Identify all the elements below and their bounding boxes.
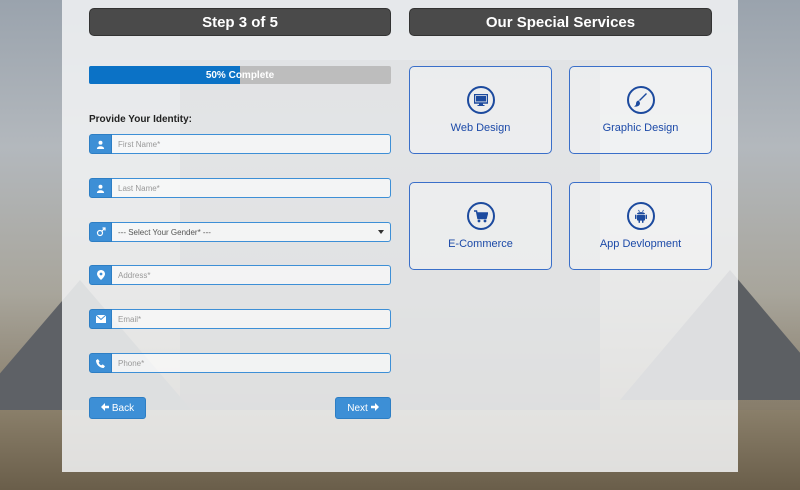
service-card-graphic-design[interactable]: Graphic Design: [569, 66, 712, 154]
gender-select[interactable]: --- Select Your Gender* ---: [112, 222, 391, 242]
user-icon: [89, 134, 112, 154]
gender-group: --- Select Your Gender* ---: [89, 222, 391, 242]
android-icon: [626, 202, 655, 230]
phone-icon: [89, 353, 112, 373]
user-icon: [89, 178, 112, 198]
monitor-icon: [466, 86, 495, 114]
service-label: App Devlopment: [599, 238, 682, 250]
email-input[interactable]: [112, 309, 391, 329]
phone-input[interactable]: [112, 353, 391, 373]
envelope-icon: [89, 309, 112, 329]
progress-label: 50% Complete: [205, 69, 275, 81]
back-button-label: Back: [111, 402, 135, 414]
last-name-group: [89, 178, 391, 198]
caret-down-icon: [378, 230, 384, 234]
first-name-group: [89, 134, 391, 154]
brush-icon: [626, 86, 655, 114]
service-label: Graphic Design: [602, 122, 679, 134]
address-input[interactable]: [112, 265, 391, 285]
email-group: [89, 309, 391, 329]
phone-group: [89, 353, 391, 373]
service-card-app-development[interactable]: App Devlopment: [569, 182, 712, 270]
back-button[interactable]: Back: [89, 397, 146, 419]
gender-icon: [89, 222, 112, 242]
next-button-label: Next: [347, 402, 368, 414]
last-name-input[interactable]: [112, 178, 391, 198]
address-group: [89, 265, 391, 285]
services-header: Our Special Services: [409, 8, 712, 36]
cart-icon: [466, 202, 495, 230]
next-button[interactable]: Next: [335, 397, 391, 419]
step-header: Step 3 of 5: [89, 8, 391, 36]
service-label: E-Commerce: [448, 238, 513, 250]
arrow-left-icon: [100, 402, 109, 414]
service-label: Web Design: [450, 122, 511, 134]
service-card-web-design[interactable]: Web Design: [409, 66, 552, 154]
service-card-e-commerce[interactable]: E-Commerce: [409, 182, 552, 270]
arrow-right-icon: [370, 402, 379, 414]
progress-bar: 50% Complete: [89, 66, 391, 84]
identity-section-label: Provide Your Identity:: [89, 114, 192, 125]
map-marker-icon: [89, 265, 112, 285]
gender-select-value: --- Select Your Gender* ---: [118, 227, 211, 237]
first-name-input[interactable]: [112, 134, 391, 154]
